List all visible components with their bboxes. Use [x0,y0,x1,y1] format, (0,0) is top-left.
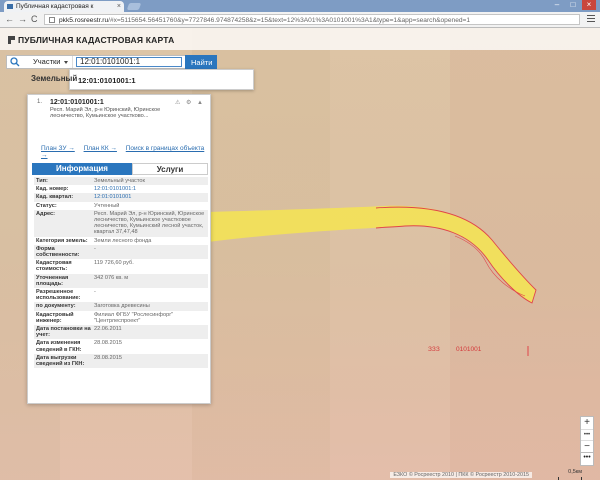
detail-key: Кадастровый инженер: [36,311,74,324]
detail-key: Кад. квартал: [36,194,74,201]
detail-key: Адрес: [36,210,56,217]
detail-row: Дата изменения сведений в ГКН: 28.08.2015 [34,339,208,353]
reload-button[interactable]: C [31,14,38,25]
detail-row: Дата выгрузки сведений из ГКН: 28.08.2015 [34,353,208,369]
detail-value: 28.08.2015 [94,354,122,361]
new-tab-button[interactable] [126,3,142,10]
tab-title: Публичная кадастровая к [16,3,94,10]
detail-value[interactable]: 12:01:0101001 [94,194,208,200]
minimize-icon[interactable]: – [550,0,564,10]
parcel-cadastral-number[interactable]: 12:01:0101001:1 [50,99,104,106]
search-suggestion[interactable]: 12:01:0101001:1 [69,69,254,90]
detail-row: Тип: Земельный участок [34,177,208,186]
browser-menu-icon[interactable] [587,15,595,23]
find-button[interactable]: Найти [185,55,217,69]
detail-key: Дата выгрузки сведений из ГКН: [36,354,85,368]
detail-key: Категория земель: [36,237,88,244]
link-cadastral-plan[interactable]: План КК → [84,145,117,152]
window-controls: – □ × [550,0,596,11]
detail-value: Земельный участок [94,178,145,184]
result-number: 1. [37,99,43,105]
card-header: 1. 12:01:0101001:1 Респ. Марий Эл, р-н Ю… [28,95,210,133]
detail-key: Дата постановки на учет: [36,326,91,339]
forward-button[interactable]: → [18,14,27,25]
detail-key: Уточненная площадь: [36,274,69,287]
detail-value: - [94,289,96,296]
tab-information[interactable]: Информация [32,163,132,175]
url-host: pkk5.rosreestr.ru [59,17,109,24]
back-button[interactable]: ← [5,14,14,25]
detail-key: Статус: [36,202,57,209]
page-icon [49,17,55,23]
zoom-in-button[interactable]: + [581,417,593,429]
map-label-quarter: 0101001 [456,346,482,353]
detail-row: Статус: Учтенный [34,202,208,210]
link-parcel-plan[interactable]: План ЗУ → [41,145,75,152]
site-title: ПУБЛИЧНАЯ КАДАСТРОВАЯ КАРТА [18,35,175,45]
search-type-select[interactable]: Участки [25,56,73,68]
detail-value: Филиал ФГБУ "Рослесинфорг" "Центрлеспрое… [94,311,174,324]
detail-value: 119 726,60 руб. [94,260,134,267]
card-tabs: Информация Услуги [32,163,208,175]
maximize-icon[interactable]: □ [566,0,580,10]
detail-row: Кадастровый инженер: Филиал ФГБУ "Рослеси… [34,311,208,325]
detail-row: Уточненная площадь: 342 076 кв. м [34,273,208,289]
map-scale-label: 0,5км [568,469,582,475]
results-section-title: Земельный [31,74,78,83]
parcel-info-card: 1. 12:01:0101001:1 Респ. Марий Эл, р-н Ю… [27,94,211,404]
parcel-shape [208,205,536,303]
detail-key: Кадастровая стоимость: [36,260,72,273]
detail-value: 22.06.2011 [94,326,122,333]
detail-value: 28.08.2015 [94,340,122,347]
detail-value: 342 076 кв. м [94,274,129,281]
detail-row: Кадастровая стоимость: 119 726,60 руб. [34,259,208,273]
site-header: ПУБЛИЧНАЯ КАДАСТРОВАЯ КАРТА [0,28,600,50]
card-tools-icons[interactable]: ⚠ ⚙ ▲ [175,99,205,106]
detail-key: Тип: [36,178,48,184]
map-label-number: ЗЗЗ [428,346,440,353]
search-input[interactable] [76,57,182,67]
detail-row: Разрешенное использование: - [34,288,208,302]
detail-row: Дата постановки на учет: 22.06.2011 [34,325,208,340]
detail-row: Адрес: Респ. Марий Эл, р-н Юринский, Юрин… [34,209,208,237]
search-bar: Участки Найти [6,55,217,69]
address-bar: ← → C pkk5.rosreestr.ru/#x=5115654.56451… [0,12,600,28]
zoom-level-indicator[interactable]: ••• [581,429,593,441]
search-icon[interactable] [7,56,23,68]
detail-value[interactable]: 12:01:0101001:1 [94,186,208,192]
url-path: /#x=5115654.56451760&y=7727846.974874258… [108,17,471,24]
map-copyright: ЕЗКО © Росреестр 2010 | ПКК © Росреестр … [390,472,532,478]
detail-value: Респ. Марий Эл, р-н Юринский, Юринское л… [94,210,205,236]
detail-row: по документу: Заготовка древесины [34,302,208,311]
parcel-address: Респ. Марий Эл, р-н Юринский, Юринское л… [50,107,161,120]
detail-value: - [94,245,96,252]
detail-row: Форма собственности: - [34,244,208,260]
window-close-icon[interactable]: × [582,0,596,10]
url-field[interactable]: pkk5.rosreestr.ru/#x=5115654.56451760&y=… [44,14,580,25]
page: ЗЗЗ 0101001 ПУБЛИЧНАЯ КАДАСТРОВАЯ КАРТА … [0,28,600,480]
detail-row: Кад. номер: 12:01:0101001:1 [34,185,208,193]
site-logo-icon [8,36,15,44]
zoom-control: + ••• − [580,416,594,454]
detail-row: Категория земель: Земли лесного фонда [34,237,208,245]
detail-key: Кад. номер: [36,186,69,193]
tab-close-icon[interactable]: × [117,1,121,12]
browser-tabbar: Публичная кадастровая к × – □ × [0,0,600,12]
detail-row: Кад. квартал: 12:01:0101001 [34,193,208,202]
detail-key: Форма собственности: [36,245,80,259]
detail-key: Разрешенное использование: [36,289,81,302]
details-table: Тип: Земельный участок Кад. номер: 12:01:01… [34,177,208,369]
detail-key: по документу: [36,303,76,310]
tab-services[interactable]: Услуги [132,163,208,175]
detail-value: Заготовка древесины [94,303,150,310]
detail-value: Земли лесного фонда [94,237,152,244]
card-links: План ЗУ → План КК → Поиск в границах объ… [41,145,210,159]
more-tools-button[interactable]: ••• [580,452,594,466]
search-type-label: Участки [33,57,61,66]
browser-tab[interactable]: Публичная кадастровая к × [4,1,124,12]
chevron-down-icon [64,61,68,64]
detail-key: Дата изменения сведений в ГКН: [36,340,82,353]
detail-value: Учтенный [94,202,120,209]
site-favicon-icon [7,4,13,9]
